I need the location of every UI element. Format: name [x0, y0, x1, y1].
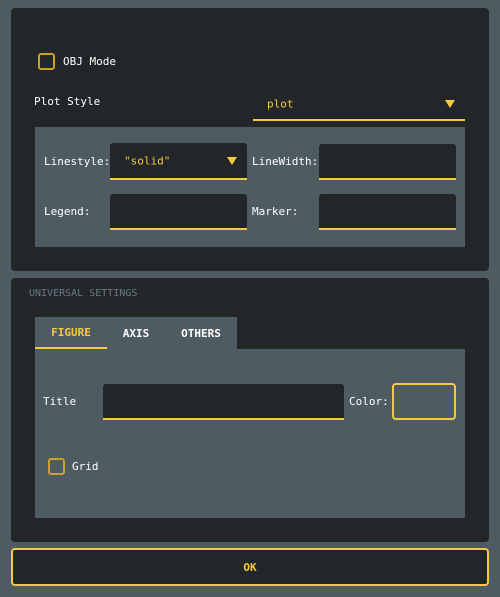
linestyle-label: Linestyle:: [44, 155, 111, 168]
tab-others[interactable]: OTHERS: [165, 317, 237, 349]
plot-settings-panel: OBJ Mode Plot Style plot Linestyle: "sol…: [11, 8, 489, 271]
section-title: UNIVERSAL SETTINGS: [29, 288, 138, 299]
tab-bar: FIGURE AXIS OTHERS: [35, 317, 237, 349]
chevron-down-icon: [227, 156, 237, 165]
universal-settings-panel: UNIVERSAL SETTINGS FIGURE AXIS OTHERS Ti…: [11, 278, 489, 542]
grid-checkbox[interactable]: [48, 458, 65, 475]
linewidth-input[interactable]: [319, 144, 456, 180]
obj-mode-checkbox[interactable]: [38, 53, 55, 70]
plot-style-select[interactable]: plot: [253, 88, 465, 121]
plot-style-value: plot: [267, 97, 294, 110]
tab-figure[interactable]: FIGURE: [35, 317, 107, 349]
line-settings-box: Linestyle: "solid" LineWidth: Legend: Ma…: [35, 127, 465, 247]
title-label: Title: [43, 395, 77, 408]
legend-input[interactable]: [110, 194, 247, 230]
color-label: Color:: [349, 395, 389, 408]
legend-label: Legend:: [44, 205, 91, 218]
ok-button[interactable]: OK: [11, 548, 489, 586]
linewidth-label: LineWidth:: [252, 155, 319, 168]
linestyle-value: "solid": [124, 154, 171, 167]
marker-input[interactable]: [319, 194, 456, 230]
obj-mode-label: OBJ Mode: [63, 55, 116, 68]
linestyle-select[interactable]: "solid": [110, 143, 247, 180]
color-picker-button[interactable]: [392, 383, 456, 420]
grid-label: Grid: [72, 460, 99, 473]
chevron-down-icon: [445, 99, 455, 108]
title-input[interactable]: [103, 384, 344, 420]
plot-style-label: Plot Style: [34, 95, 101, 108]
tab-axis[interactable]: AXIS: [107, 317, 165, 349]
marker-label: Marker:: [252, 205, 299, 218]
figure-tab-content: Title Color: Grid: [35, 349, 465, 518]
